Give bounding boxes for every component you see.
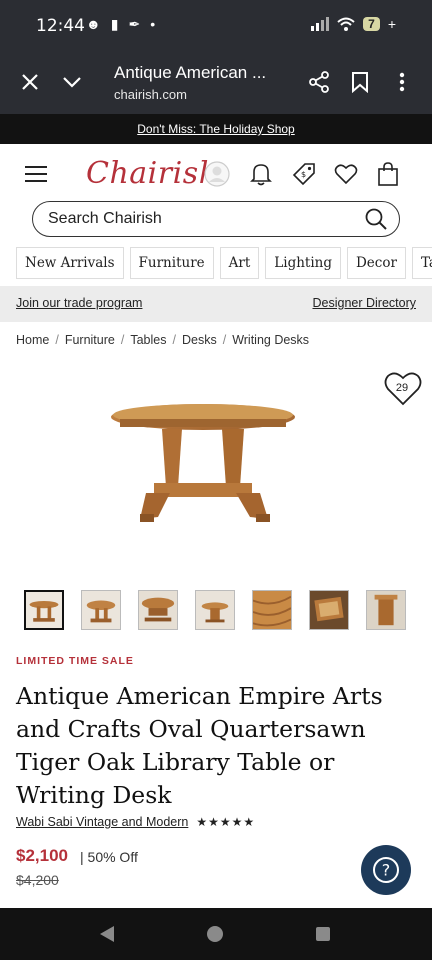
breadcrumb-tables[interactable]: Tables [130,333,166,347]
back-icon[interactable] [98,925,116,943]
nav-item-decor[interactable]: Decor [346,247,406,279]
home-icon[interactable] [206,925,224,943]
bookmark-icon[interactable] [346,68,374,96]
site-header: Chairish $ [0,144,432,204]
seller-rating-stars[interactable]: ★★★★★ [196,815,255,829]
thumbnail-7[interactable] [366,590,406,630]
discount-label: | 50% Off [80,849,138,865]
hamburger-menu-icon[interactable] [22,160,50,188]
charging-plus-icon: + [387,16,396,32]
nav-item-art[interactable]: Art [219,247,260,279]
help-chat-button[interactable]: ? [361,845,411,895]
breadcrumb-home[interactable]: Home [16,333,49,347]
system-icons: 7 + [311,16,396,32]
notification-icons: ☻ ▮ ✒ • [86,16,155,33]
breadcrumb-desks[interactable]: Desks [182,333,217,347]
product-title: Antique American Empire Arts and Crafts … [16,682,383,809]
heart-icon[interactable] [332,160,360,188]
dot-icon: • [150,16,156,32]
recents-icon[interactable] [315,926,331,942]
battery-saver-icon: ▮ [110,16,119,32]
join-trade-program-link[interactable]: Join our trade program [16,296,142,310]
thumbnail-4[interactable] [195,590,235,630]
breadcrumb-separator: / [172,333,176,347]
status-bar: 12:44 ☻ ▮ ✒ • 7 + [0,0,432,50]
svg-text:$: $ [301,170,306,179]
bell-icon[interactable] [247,160,275,188]
seller-info: Wabi Sabi Vintage and Modern ★★★★★ [16,815,255,829]
thumbnail-strip [24,590,406,630]
wifi-icon [337,17,355,31]
product-main-image[interactable] [110,395,296,530]
nav-item-new-arrivals[interactable]: New Arrivals [16,247,124,279]
status-time: 12:44 [36,16,85,36]
pen-icon: ✒ [128,16,141,32]
browser-page-title: Antique American ... [114,63,267,82]
nav-item-furniture[interactable]: Furniture [129,247,214,279]
breadcrumb-furniture[interactable]: Furniture [65,333,115,347]
browser-url[interactable]: chairish.com [114,87,187,102]
system-navigation-bar [0,908,432,960]
chairish-logo[interactable]: Chairish [86,156,218,191]
snapchat-icon: ☻ [86,16,101,32]
thumbnail-3[interactable] [138,590,178,630]
promo-banner-link[interactable]: Don't Miss: The Holiday Shop [0,114,432,144]
nav-item-lighting[interactable]: Lighting [265,247,341,279]
signal-icon [311,17,330,31]
favorite-count: 29 [395,382,409,394]
thumbnail-2[interactable] [81,590,121,630]
help-icon-glyph: ? [382,861,391,880]
search-icon[interactable] [363,206,389,232]
thumbnail-1[interactable] [24,590,64,630]
seller-name-link[interactable]: Wabi Sabi Vintage and Modern [16,815,188,829]
sale-price: $2,100 [16,846,68,865]
thumbnail-5[interactable] [252,590,292,630]
breadcrumb: Home / Furniture / Tables / Desks / Writ… [16,333,309,347]
chevron-down-icon[interactable] [58,68,86,96]
nav-item-tables[interactable]: Ta [411,247,432,279]
close-icon[interactable] [16,68,44,96]
search-bar[interactable]: Search Chairish [32,201,400,237]
battery-icon: 7 [363,17,380,31]
breadcrumb-separator: / [222,333,227,347]
breadcrumb-separator: / [55,333,59,347]
designer-directory-link[interactable]: Designer Directory [312,296,416,310]
thumbnail-6[interactable] [309,590,349,630]
breadcrumb-separator: / [120,333,125,347]
price-tag-icon[interactable]: $ [290,160,318,188]
sale-badge: LIMITED TIME SALE [16,655,134,667]
share-icon[interactable] [305,68,333,96]
category-nav: New Arrivals Furniture Art Lighting Deco… [16,247,432,279]
original-price: $4,200 [16,872,59,888]
account-avatar-icon[interactable] [203,160,231,188]
more-options-icon[interactable] [388,68,416,96]
question-mark-icon: ? [373,857,399,883]
trade-bar: Join our trade program Designer Director… [0,286,432,322]
breadcrumb-writing-desks[interactable]: Writing Desks [232,333,309,347]
search-input[interactable]: Search Chairish [48,210,162,228]
shopping-bag-icon[interactable] [374,160,402,188]
browser-toolbar: Antique American ... chairish.com [0,50,432,114]
favorite-button[interactable]: 29 [383,370,423,410]
